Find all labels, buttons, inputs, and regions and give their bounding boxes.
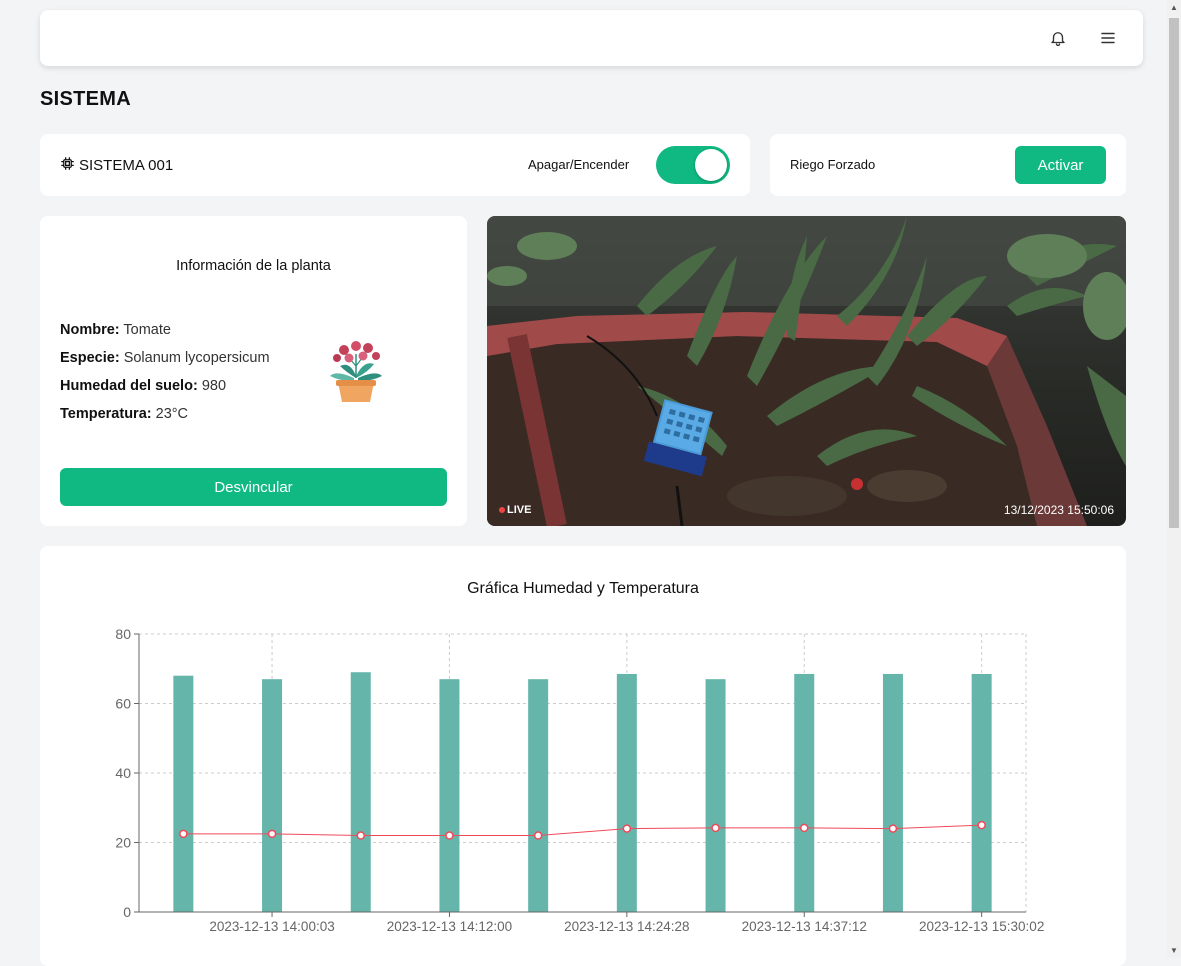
temperature-point — [533, 831, 543, 840]
activate-button[interactable]: Activar — [1015, 146, 1106, 184]
x-tick-label: 2023-12-13 14:24:28 — [564, 919, 689, 934]
forced-irrigation-card: Riego Forzado Activar — [770, 134, 1126, 196]
temperature-point — [800, 823, 809, 833]
camera-frame-image — [487, 216, 1126, 526]
chart-bar — [882, 673, 903, 912]
plant-species-field: Especie: Solanum lycopersicum — [60, 350, 270, 366]
chart-bar — [173, 675, 194, 912]
system-name-label: SISTEMA 001 — [79, 157, 174, 174]
x-tick-label: 2023-12-13 15:30:02 — [919, 919, 1044, 934]
soil-humidity-field: Humedad del suelo: 980 — [60, 378, 226, 394]
y-tick-label: 60 — [115, 696, 131, 712]
page-title: SISTEMA — [40, 88, 131, 110]
chart-bar — [616, 673, 637, 912]
system-card: SISTEMA 001 Apagar/Encender — [40, 134, 750, 196]
chip-icon — [60, 156, 75, 175]
forced-irrigation-label: Riego Forzado — [790, 157, 876, 172]
temperature-point — [179, 829, 188, 839]
temperature-point — [445, 831, 454, 840]
field-value: 23°C — [155, 406, 189, 422]
page-scrollbar[interactable]: ▲ ▼ — [1167, 0, 1181, 957]
scroll-thumb[interactable] — [1169, 18, 1179, 528]
temperature-point — [356, 831, 365, 840]
field-label: Especie: — [60, 350, 120, 366]
unlink-button[interactable]: Desvincular — [60, 468, 447, 506]
chart-bar — [262, 679, 283, 912]
power-toggle[interactable] — [656, 146, 730, 184]
field-value: Solanum lycopersicum — [123, 350, 270, 366]
bell-icon[interactable] — [1046, 26, 1070, 50]
field-value: 980 — [201, 378, 227, 394]
scroll-down-arrow[interactable]: ▼ — [1167, 943, 1181, 957]
live-badge: LIVE — [499, 504, 531, 516]
temperature-point — [888, 824, 898, 833]
toggle-knob — [695, 149, 727, 181]
plant-name-field: Nombre: Tomate — [60, 322, 171, 338]
temperature-field: Temperatura: 23°C — [60, 406, 188, 422]
x-tick-label: 2023-12-13 14:12:00 — [387, 919, 512, 934]
temperature-point — [977, 820, 986, 830]
chart-bar — [794, 673, 815, 912]
plant-info-title: Información de la planta — [176, 258, 331, 274]
live-dot-icon — [499, 507, 505, 513]
chart-bar — [705, 679, 726, 912]
plant-info-card: Información de la planta Nombre: Tomate … — [40, 216, 467, 526]
temperature-point — [267, 829, 277, 839]
flower-pot-icon — [320, 336, 392, 408]
x-tick-label: 2023-12-13 14:37:12 — [742, 919, 867, 934]
video-timestamp: 13/12/2023 15:50:06 — [1003, 503, 1114, 517]
scroll-up-arrow[interactable]: ▲ — [1167, 0, 1181, 14]
field-value: Tomate — [123, 322, 171, 338]
live-camera-feed[interactable]: LIVE 13/12/2023 15:50:06 — [487, 216, 1126, 526]
y-tick-label: 20 — [115, 835, 131, 851]
y-tick-label: 80 — [115, 626, 131, 642]
field-label: Nombre: — [60, 322, 120, 338]
y-tick-label: 0 — [123, 904, 131, 920]
chart-card: Gráfica Humedad y Temperatura 0 20 40 60 80 2… — [40, 546, 1126, 966]
x-tick-label: 2023-12-13 14:00:03 — [209, 919, 334, 934]
hamburger-menu-icon[interactable] — [1096, 26, 1120, 50]
field-label: Humedad del suelo: — [60, 378, 198, 394]
power-toggle-label: Apagar/Encender — [528, 157, 630, 172]
temperature-line — [183, 824, 982, 837]
y-tick-label: 40 — [115, 765, 131, 781]
temperature-point — [622, 824, 632, 833]
live-label: LIVE — [507, 504, 532, 516]
chart-bar — [350, 672, 371, 912]
system-name: SISTEMA 001 — [60, 156, 173, 175]
chart-bar — [971, 673, 992, 912]
top-navbar — [40, 10, 1143, 66]
field-label: Temperatura: — [60, 406, 152, 422]
chart-bar — [439, 679, 460, 912]
temperature-point — [711, 823, 720, 833]
chart-bar — [528, 679, 549, 912]
humidity-temperature-chart: 0 20 40 60 80 2023-12-13 14:00:03 2023-12-13 1… — [115, 626, 1044, 934]
